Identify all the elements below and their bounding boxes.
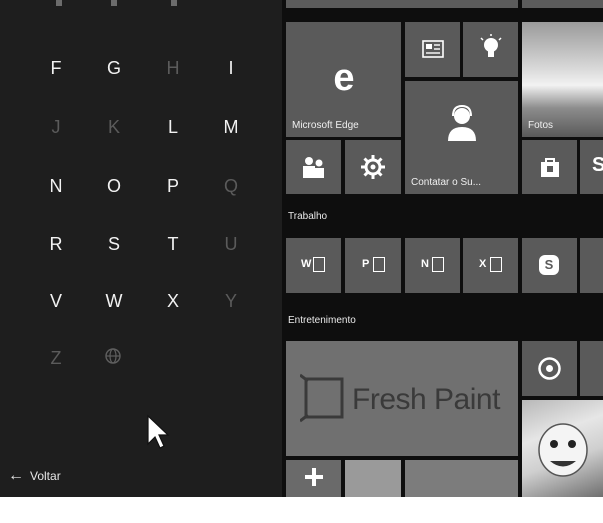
skype-icon: S [539,255,559,275]
tiles-area: e Microsoft Edge Fotos Contatar o Su... … [282,0,603,497]
tile-strip [286,0,518,8]
character-icon [538,423,588,477]
back-button[interactable]: ← Voltar [8,468,61,484]
tile-label: Fotos [528,120,554,131]
doc-icon [432,257,444,272]
tile-cars[interactable] [405,460,518,497]
globe-icon [101,344,125,368]
alphabet-jump-list: F G H I J K L M N O P Q R S T U V W X Y … [0,0,282,497]
tile-bottom[interactable] [286,460,341,497]
image-border [0,497,603,523]
letter-z: Z [50,348,62,368]
letter-w[interactable]: W [96,286,132,316]
letter-f[interactable]: F [38,53,74,83]
tile-label: Contatar o Su... [411,177,482,188]
tile-word[interactable]: W [286,238,341,293]
scroll-indicator [111,0,117,6]
letter-v[interactable]: V [38,286,74,316]
letter-n[interactable]: N [38,171,74,201]
tile-store[interactable] [522,140,577,194]
news-icon [422,40,444,58]
tile-bottom[interactable] [345,460,401,497]
doc-icon [313,257,325,272]
letter-y: Y [224,291,237,311]
tile-settings[interactable] [345,140,401,194]
start-menu: F G H I J K L M N O P Q R S T U V W X Y … [0,0,603,497]
tile-label: Microsoft Edge [292,120,359,131]
group-label-trabalho: Trabalho [288,211,328,222]
letter-l[interactable]: L [155,112,191,142]
letter-g[interactable]: G [96,53,132,83]
letter-s[interactable]: S [96,229,132,259]
tile-news[interactable] [405,22,460,77]
tile-onenote[interactable]: N [405,238,460,293]
scroll-indicator [171,0,177,6]
letter-p[interactable]: P [155,171,191,201]
tile-powerpoint[interactable]: P [345,238,401,293]
tile-partial[interactable] [580,238,603,293]
tile-fresh-paint[interactable]: Fresh Paint [286,341,518,456]
tile-microsoft-edge[interactable]: e Microsoft Edge [286,22,401,137]
letter-o[interactable]: O [96,171,132,201]
word-icon: W [301,258,312,270]
tile-strip [522,0,603,8]
letter-j: J [51,117,61,137]
frame-icon [300,373,344,423]
letter-q: Q [223,176,238,196]
scroll-indicator [56,0,62,6]
music-disc-icon [538,357,561,380]
tile-people[interactable] [286,140,341,194]
tile-partial[interactable] [580,341,603,396]
doc-icon [490,257,502,272]
tile-game[interactable] [522,400,603,497]
back-label: Voltar [30,469,61,483]
lightbulb-icon [480,34,502,57]
letter-t[interactable]: T [155,229,191,259]
store-bag-icon [541,158,559,177]
letter-x[interactable]: X [155,286,191,316]
mouse-cursor-icon [144,414,172,452]
letter-k: K [107,117,120,137]
powerpoint-icon: P [362,258,370,270]
doc-icon [373,257,385,272]
game-controller-icon [305,468,323,486]
tile-excel[interactable]: X [463,238,518,293]
gear-icon [361,155,385,179]
tile-contact-support[interactable]: Contatar o Su... [405,81,518,194]
fresh-paint-label: Fresh Paint [352,383,500,416]
letter-u: U [224,234,238,254]
tile-partial[interactable]: S [580,140,603,194]
excel-icon: X [479,258,487,270]
back-arrow-icon: ← [8,467,24,484]
tile-skype[interactable]: S [522,238,577,293]
letter-m[interactable]: M [213,112,249,142]
support-person-icon [448,104,476,141]
group-label-entretenimento: Entretenimento [288,315,356,326]
tile-fotos[interactable]: Fotos [522,22,603,137]
people-icon [303,157,324,178]
tile-tips[interactable] [463,22,518,77]
onenote-icon: N [421,258,429,270]
svg-text:e: e [333,58,354,98]
letter-r[interactable]: R [38,229,74,259]
tile-groove-music[interactable] [522,341,577,396]
skype-icon: S [592,154,603,176]
letter-h: H [166,58,180,78]
edge-icon: e [333,58,354,98]
letter-i[interactable]: I [213,53,249,83]
